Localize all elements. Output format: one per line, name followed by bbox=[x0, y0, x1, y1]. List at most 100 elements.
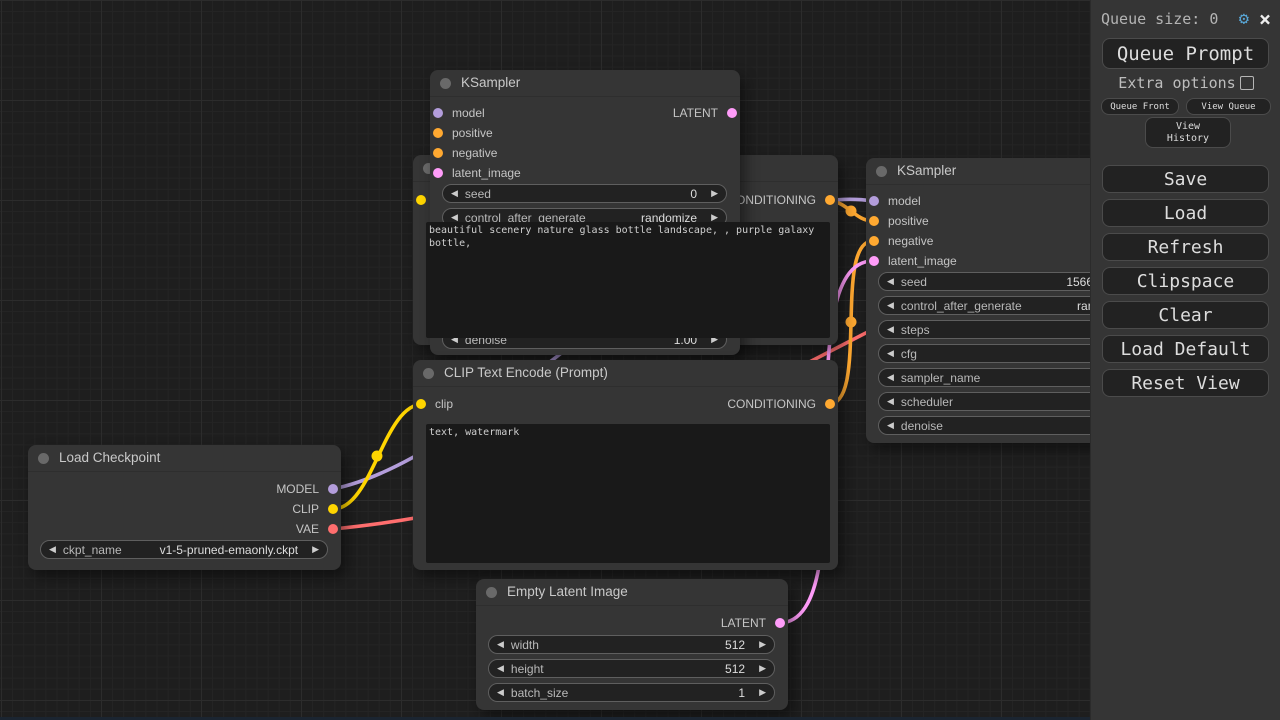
queue-prompt-button[interactable]: Queue Prompt bbox=[1102, 38, 1269, 69]
extra-options-checkbox[interactable] bbox=[1240, 76, 1254, 90]
collapse-dot-icon[interactable] bbox=[876, 166, 887, 177]
queue-status-row: Queue size: 0 ⚙ × bbox=[1101, 8, 1271, 30]
latent-image-input-slot[interactable]: latent_image bbox=[430, 163, 740, 183]
positive-prompt-textarea[interactable]: beautiful scenery nature glass bottle la… bbox=[426, 222, 830, 338]
model-output-slot[interactable]: MODEL bbox=[28, 479, 341, 499]
settings-gear-icon[interactable]: ⚙ bbox=[1239, 11, 1249, 28]
widget-label: control_after_generate bbox=[901, 299, 1022, 313]
increment-arrow-icon[interactable]: ▶ bbox=[312, 545, 319, 554]
node-header[interactable]: CLIP Text Encode (Prompt) bbox=[413, 360, 838, 387]
conditioning-slot-dot[interactable] bbox=[433, 128, 443, 138]
width-widget[interactable]: ◀ width 512 ▶ bbox=[488, 635, 775, 654]
decrement-arrow-icon[interactable]: ◀ bbox=[887, 373, 894, 382]
conditioning-slot-dot[interactable] bbox=[869, 216, 879, 226]
widget-label: height bbox=[511, 662, 544, 676]
widget-label: steps bbox=[901, 323, 930, 337]
save-button[interactable]: Save bbox=[1102, 165, 1269, 193]
load-default-button[interactable]: Load Default bbox=[1102, 335, 1269, 363]
latent-slot-dot[interactable] bbox=[433, 168, 443, 178]
decrement-arrow-icon[interactable]: ◀ bbox=[451, 213, 458, 222]
decrement-arrow-icon[interactable]: ◀ bbox=[497, 664, 504, 673]
node-header[interactable]: KSampler bbox=[430, 70, 740, 97]
conditioning-slot-dot[interactable] bbox=[433, 148, 443, 158]
load-button[interactable]: Load bbox=[1102, 199, 1269, 227]
clipspace-button[interactable]: Clipspace bbox=[1102, 267, 1269, 295]
positive-input-slot[interactable]: positive bbox=[430, 123, 740, 143]
slot-label: LATENT bbox=[721, 616, 766, 630]
widget-value: v1-5-pruned-emaonly.ckpt bbox=[160, 543, 299, 557]
slot-label: latent_image bbox=[452, 166, 521, 180]
decrement-arrow-icon[interactable]: ◀ bbox=[887, 301, 894, 310]
decrement-arrow-icon[interactable]: ◀ bbox=[887, 421, 894, 430]
model-slot-dot[interactable] bbox=[328, 484, 338, 494]
collapse-dot-icon[interactable] bbox=[423, 368, 434, 379]
latent-output-slot[interactable]: LATENT bbox=[476, 613, 788, 633]
node-title: KSampler bbox=[897, 163, 956, 178]
decrement-arrow-icon[interactable]: ◀ bbox=[49, 545, 56, 554]
widget-label: batch_size bbox=[511, 686, 568, 700]
widget-label: seed bbox=[901, 275, 927, 289]
collapse-dot-icon[interactable] bbox=[440, 78, 451, 89]
decrement-arrow-icon[interactable]: ◀ bbox=[887, 397, 894, 406]
node-header[interactable]: Empty Latent Image bbox=[476, 579, 788, 606]
decrement-arrow-icon[interactable]: ◀ bbox=[497, 640, 504, 649]
widget-label: cfg bbox=[901, 347, 917, 361]
clip-output-slot[interactable]: CLIP bbox=[28, 499, 341, 519]
conditioning-output-slot[interactable]: CONDITIONING bbox=[413, 394, 838, 414]
link-midpoint-dot[interactable] bbox=[846, 206, 857, 217]
comfyui-app: CLIP Text Encode (Prompt) clip CONDITION… bbox=[0, 0, 1280, 720]
vae-output-slot[interactable]: VAE bbox=[28, 519, 341, 539]
increment-arrow-icon[interactable]: ▶ bbox=[711, 213, 718, 222]
slot-label: negative bbox=[452, 146, 497, 160]
node-graph-canvas[interactable]: CLIP Text Encode (Prompt) clip CONDITION… bbox=[0, 0, 1280, 720]
link-midpoint-dot[interactable] bbox=[372, 451, 383, 462]
link-midpoint-dot[interactable] bbox=[846, 317, 857, 328]
conditioning-slot-dot[interactable] bbox=[869, 236, 879, 246]
clear-button[interactable]: Clear bbox=[1102, 301, 1269, 329]
increment-arrow-icon[interactable]: ▶ bbox=[711, 189, 718, 198]
view-history-button[interactable]: View History bbox=[1145, 117, 1231, 148]
empty-latent-image-node[interactable]: Empty Latent Image LATENT ◀ width 512 ▶ … bbox=[476, 579, 788, 710]
widget-value: 512 bbox=[725, 662, 745, 676]
collapse-dot-icon[interactable] bbox=[486, 587, 497, 598]
ckpt-name-widget[interactable]: ◀ ckpt_name v1-5-pruned-emaonly.ckpt ▶ bbox=[40, 540, 328, 559]
increment-arrow-icon[interactable]: ▶ bbox=[759, 640, 766, 649]
conditioning-slot-dot[interactable] bbox=[825, 399, 835, 409]
decrement-arrow-icon[interactable]: ◀ bbox=[887, 277, 894, 286]
decrement-arrow-icon[interactable]: ◀ bbox=[497, 688, 504, 697]
slot-label: CONDITIONING bbox=[727, 397, 816, 411]
decrement-arrow-icon[interactable]: ◀ bbox=[887, 349, 894, 358]
extra-options-row: Extra options bbox=[1101, 74, 1271, 92]
node-header[interactable]: Load Checkpoint bbox=[28, 445, 341, 472]
negative-prompt-textarea[interactable]: text, watermark bbox=[426, 424, 830, 563]
widget-value: 512 bbox=[725, 638, 745, 652]
latent-slot-dot[interactable] bbox=[775, 618, 785, 628]
latent-slot-dot[interactable] bbox=[727, 108, 737, 118]
height-widget[interactable]: ◀ height 512 ▶ bbox=[488, 659, 775, 678]
collapse-dot-icon[interactable] bbox=[38, 453, 49, 464]
slot-label: LATENT bbox=[673, 106, 718, 120]
vae-slot-dot[interactable] bbox=[328, 524, 338, 534]
node-title: KSampler bbox=[461, 75, 520, 90]
load-checkpoint-node[interactable]: Load Checkpoint MODEL CLIP VAE ◀ ckpt_na… bbox=[28, 445, 341, 570]
reset-view-button[interactable]: Reset View bbox=[1102, 369, 1269, 397]
close-icon[interactable]: × bbox=[1259, 9, 1271, 29]
batch-size-widget[interactable]: ◀ batch_size 1 ▶ bbox=[488, 683, 775, 702]
conditioning-slot-dot[interactable] bbox=[825, 195, 835, 205]
node-title: CLIP Text Encode (Prompt) bbox=[444, 365, 608, 380]
latent-output-slot[interactable]: LATENT bbox=[430, 103, 740, 123]
negative-input-slot[interactable]: negative bbox=[430, 143, 740, 163]
decrement-arrow-icon[interactable]: ◀ bbox=[887, 325, 894, 334]
queue-front-button[interactable]: Queue Front bbox=[1101, 98, 1179, 115]
increment-arrow-icon[interactable]: ▶ bbox=[759, 688, 766, 697]
increment-arrow-icon[interactable]: ▶ bbox=[759, 664, 766, 673]
seed-widget[interactable]: ◀ seed 0 ▶ bbox=[442, 184, 727, 203]
clip-slot-dot[interactable] bbox=[328, 504, 338, 514]
model-slot-dot[interactable] bbox=[869, 196, 879, 206]
view-queue-button[interactable]: View Queue bbox=[1186, 98, 1271, 115]
decrement-arrow-icon[interactable]: ◀ bbox=[451, 189, 458, 198]
widget-label: width bbox=[511, 638, 539, 652]
refresh-button[interactable]: Refresh bbox=[1102, 233, 1269, 261]
widget-label: denoise bbox=[901, 419, 943, 433]
latent-slot-dot[interactable] bbox=[869, 256, 879, 266]
